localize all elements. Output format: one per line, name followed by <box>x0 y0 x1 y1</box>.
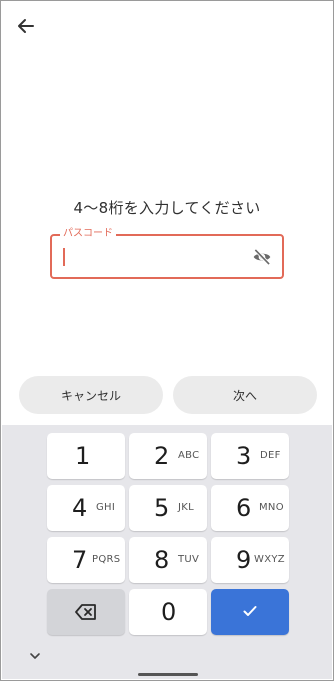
key-6[interactable]: 6 MNO <box>211 485 289 531</box>
passcode-field[interactable]: パスコード <box>50 227 284 279</box>
key-digit: 1 <box>75 442 91 470</box>
key-digit: 7 <box>72 546 88 574</box>
key-letters: MNO <box>259 502 284 513</box>
key-digit: 6 <box>236 494 252 522</box>
key-4[interactable]: 4 GHI <box>47 485 125 531</box>
key-digit: 8 <box>154 546 170 574</box>
backspace-key[interactable] <box>47 589 125 635</box>
key-letters: JKL <box>178 502 194 513</box>
cancel-button-label: キャンセル <box>60 388 121 403</box>
key-7[interactable]: 7 PQRS <box>47 537 125 583</box>
key-digit: 5 <box>154 494 170 522</box>
next-button-label: 次へ <box>232 388 257 403</box>
key-0[interactable]: 0 <box>129 589 207 635</box>
done-key[interactable] <box>211 589 289 635</box>
key-3[interactable]: 3 DEF <box>211 433 289 479</box>
key-letters: DEF <box>260 450 281 461</box>
passcode-prompt: 4〜8桁を入力してください <box>73 199 261 217</box>
key-letters: TUV <box>178 554 200 565</box>
next-button[interactable]: 次へ <box>173 376 317 414</box>
numeric-keypad: 1 2 ABC 3 DEF 4 GHI 5 JKL 6 MNO 7 PQRS 8… <box>2 425 332 679</box>
key-digit: 9 <box>236 546 252 574</box>
text-cursor <box>63 248 65 266</box>
key-digit: 2 <box>154 442 170 470</box>
key-9[interactable]: 9 WXYZ <box>211 537 289 583</box>
home-indicator[interactable] <box>138 673 198 676</box>
checkmark-icon <box>243 606 257 616</box>
key-5[interactable]: 5 JKL <box>129 485 207 531</box>
key-1[interactable]: 1 <box>47 433 125 479</box>
key-digit: 4 <box>72 494 88 522</box>
cancel-button[interactable]: キャンセル <box>19 376 163 414</box>
key-digit: 3 <box>236 442 252 470</box>
key-letters: GHI <box>96 502 116 513</box>
passcode-field-label: パスコード <box>60 227 116 241</box>
backspace-icon <box>75 604 96 620</box>
key-letters: PQRS <box>92 554 121 565</box>
chevron-down-icon[interactable] <box>28 650 42 662</box>
key-2[interactable]: 2 ABC <box>129 433 207 479</box>
key-letters: WXYZ <box>254 554 285 565</box>
eye-off-icon[interactable] <box>251 247 273 267</box>
back-arrow-icon[interactable] <box>15 15 37 37</box>
key-letters: ABC <box>178 450 200 461</box>
key-digit: 0 <box>161 598 177 626</box>
key-8[interactable]: 8 TUV <box>129 537 207 583</box>
